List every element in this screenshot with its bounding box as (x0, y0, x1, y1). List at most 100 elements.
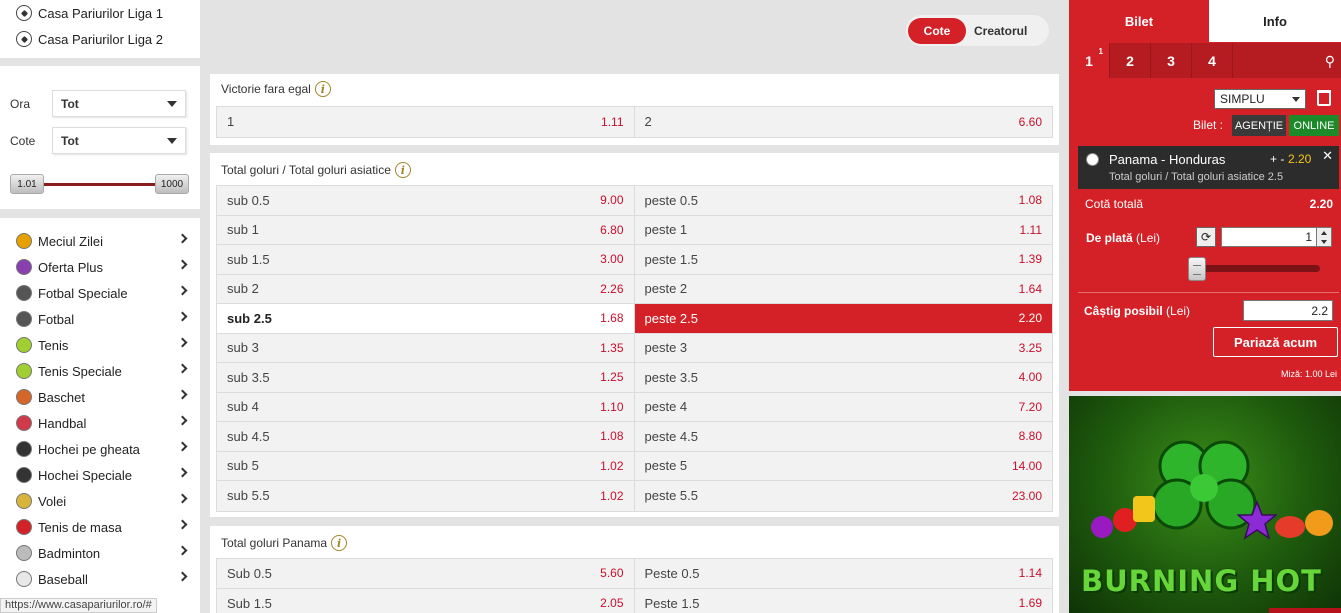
odds-button[interactable]: sub 1 6.80 (217, 215, 635, 244)
toggle-cote[interactable]: Cote (908, 17, 966, 44)
win-unit: (Lei) (1166, 304, 1191, 318)
odds-button[interactable]: peste 0.5 1.08 (634, 186, 1052, 215)
odds-button[interactable]: sub 3 1.35 (217, 333, 635, 362)
outcome-label: peste 1.5 (644, 251, 699, 267)
close-icon[interactable]: ✕ (1322, 148, 1333, 164)
burning-hot-banner[interactable]: BURNING HOT (1069, 396, 1341, 613)
outcome-label: peste 2.5 (644, 310, 699, 326)
table-tennis-icon (16, 519, 32, 535)
sidebar-item-sport[interactable]: Badminton (0, 540, 200, 566)
odds-button[interactable]: sub 5.5 1.02 (217, 481, 635, 511)
odds-button[interactable]: sub 2.5 1.68 (217, 304, 635, 333)
volleyball-icon (16, 493, 32, 509)
slip-count-badge: 1 (1098, 47, 1103, 56)
odd-value: 1.11 (1019, 222, 1042, 237)
odds-button[interactable]: peste 1 1.11 (634, 215, 1052, 244)
odds-button[interactable]: sub 3.5 1.25 (217, 363, 635, 392)
outcome-label: sub 1.5 (227, 251, 270, 267)
sidebar-item-sport[interactable]: Volei (0, 488, 200, 514)
sidebar-item-label: Handbal (38, 415, 87, 431)
stake-input[interactable]: 1 (1221, 227, 1317, 247)
outcome-label: sub 4.5 (227, 428, 270, 444)
odds-button[interactable]: sub 5 1.02 (217, 451, 635, 480)
odds-button[interactable]: Peste 1.5 1.69 (634, 588, 1052, 613)
sidebar-item-sport[interactable]: Tenis Speciale (0, 358, 200, 384)
agentie-button[interactable]: AGENȚIE (1232, 115, 1286, 136)
slip-tab-2[interactable]: 2 (1110, 43, 1151, 78)
market-card: Total goluri / Total goluri asiatice i s… (210, 153, 1059, 517)
odds-button[interactable]: peste 5.5 23.00 (634, 481, 1052, 511)
info-icon[interactable]: i (314, 81, 331, 97)
tab-bilet[interactable]: Bilet (1069, 0, 1209, 42)
odds-button[interactable]: 1 1.11 (217, 107, 635, 137)
sidebar-item-sport[interactable]: Tenis (0, 332, 200, 358)
odds-button[interactable]: peste 3 3.25 (634, 333, 1052, 362)
bet-type-value: SIMPLU (1220, 92, 1265, 106)
chevron-right-icon (177, 493, 188, 504)
slip-tab-1[interactable]: 11 (1069, 43, 1110, 78)
odd-value: 2.05 (600, 596, 624, 611)
handball-icon (16, 415, 32, 431)
stake-slider-handle[interactable] (1188, 257, 1206, 281)
odds-button[interactable]: sub 0.5 9.00 (217, 186, 635, 215)
sidebar-item-sport[interactable]: Baschet (0, 384, 200, 410)
chevron-right-icon (177, 337, 188, 348)
cote-select[interactable]: Tot (52, 127, 186, 154)
info-icon[interactable]: i (394, 162, 411, 178)
market-title: Victorie fara egal i (221, 81, 331, 97)
outcome-label: peste 4 (644, 399, 688, 415)
odds-button[interactable]: peste 2 1.64 (634, 274, 1052, 303)
slip-tab-3[interactable]: 3 (1151, 43, 1192, 78)
sidebar-item-sport[interactable]: Oferta Plus (0, 254, 200, 280)
odds-range-min-handle[interactable]: 1.01 (10, 174, 44, 194)
ora-select[interactable]: Tot (52, 90, 186, 117)
sidebar-item-sport[interactable]: Hochei pe gheata (0, 436, 200, 462)
outcome-label: peste 5.5 (644, 488, 699, 504)
sidebar-item-sport[interactable]: Hochei Speciale (0, 462, 200, 488)
odds-range-track (28, 183, 170, 186)
odds-button[interactable]: peste 4.5 8.80 (634, 422, 1052, 451)
sidebar-item-sport[interactable]: Fotbal Speciale (0, 280, 200, 306)
outcome-label: Sub 0.5 (227, 565, 272, 581)
refresh-icon[interactable]: ⟳ (1196, 227, 1216, 247)
trash-icon[interactable] (1317, 90, 1331, 106)
odds-button[interactable]: sub 1.5 3.00 (217, 245, 635, 274)
sidebar-item-sport[interactable]: Baseball (0, 566, 200, 592)
sidebar-item-sport[interactable]: Fotbal (0, 306, 200, 332)
odds-button[interactable]: peste 3.5 4.00 (634, 363, 1052, 392)
odds-button[interactable]: sub 4.5 1.08 (217, 422, 635, 451)
slip-tab-4[interactable]: 4 (1192, 43, 1233, 78)
place-bet-button[interactable]: Pariază acum (1213, 327, 1338, 357)
league-link[interactable]: Casa Pariurilor Liga 1 (0, 0, 200, 26)
odds-button[interactable]: Sub 0.5 5.60 (217, 559, 635, 588)
tab-info[interactable]: Info (1209, 0, 1341, 42)
odds-button[interactable]: 2 6.60 (634, 107, 1052, 137)
odds-button[interactable]: sub 2 2.26 (217, 274, 635, 303)
odds-button[interactable]: peste 1.5 1.39 (634, 245, 1052, 274)
league-link[interactable]: Casa Pariurilor Liga 2 (0, 26, 200, 52)
odds-range-max-handle[interactable]: 1000 (155, 174, 189, 194)
odd-value: 1.08 (600, 429, 624, 444)
basketball-icon (16, 389, 32, 405)
pin-icon[interactable]: ⚲ (1325, 53, 1335, 70)
odds-button[interactable]: peste 2.5 2.20 (634, 304, 1052, 333)
online-button[interactable]: ONLINE (1289, 115, 1339, 136)
odds-row: sub 1.5 3.00 peste 1.5 1.39 (217, 245, 1052, 275)
win-label: Câștig posibil (Lei) (1084, 304, 1190, 318)
odds-button[interactable]: Sub 1.5 2.05 (217, 588, 635, 613)
odds-button[interactable]: sub 4 1.10 (217, 392, 635, 421)
toggle-creatorul[interactable]: Creatorul (966, 24, 1027, 38)
stake-stepper[interactable] (1316, 227, 1332, 247)
odds-button[interactable]: peste 4 7.20 (634, 392, 1052, 421)
stake-label: De plată (Lei) (1086, 231, 1160, 245)
odd-value: 7.20 (1018, 399, 1042, 414)
odds-button[interactable]: peste 5 14.00 (634, 451, 1052, 480)
outcome-label: sub 5 (227, 458, 259, 474)
sidebar-item-sport[interactable]: Handbal (0, 410, 200, 436)
odds-button[interactable]: Peste 0.5 1.14 (634, 559, 1052, 588)
sidebar-item-sport[interactable]: Tenis de masa (0, 514, 200, 540)
outcome-label: peste 5 (644, 458, 688, 474)
sidebar-item-sport[interactable]: Meciul Zilei (0, 228, 200, 254)
info-icon[interactable]: i (331, 535, 348, 551)
bet-type-select[interactable]: SIMPLU (1214, 89, 1306, 109)
